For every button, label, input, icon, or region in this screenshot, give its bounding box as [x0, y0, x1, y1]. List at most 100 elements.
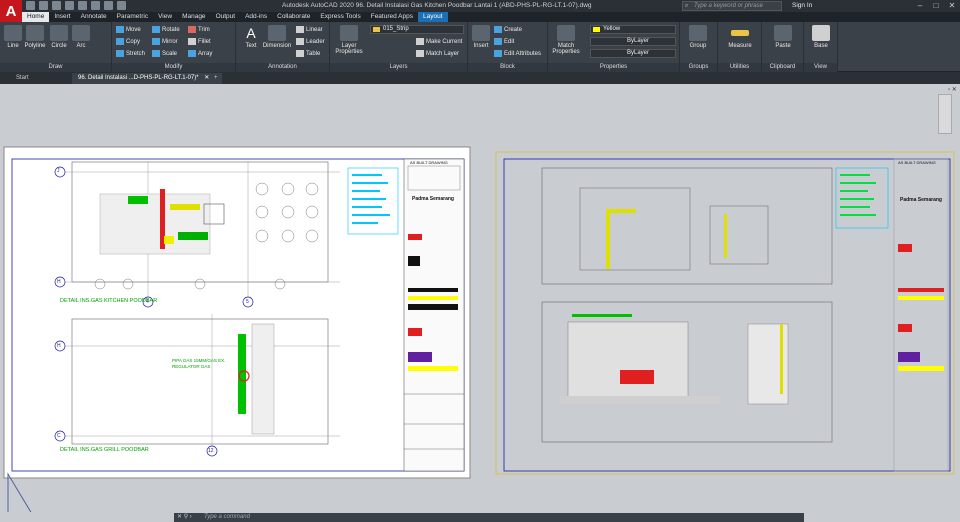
circle-icon — [50, 25, 68, 41]
text-tool[interactable]: A Text — [238, 25, 264, 49]
linetype-dropdown[interactable]: ByLayer — [590, 37, 676, 46]
tab-express-tools[interactable]: Express Tools — [315, 12, 365, 22]
leader-tool[interactable]: Leader — [296, 38, 325, 45]
panel-title-groups[interactable]: Groups — [680, 63, 717, 72]
autocad-logo-icon[interactable]: A — [0, 0, 22, 22]
panel-title-modify[interactable]: Modify — [112, 63, 235, 72]
tab-annotate[interactable]: Annotate — [76, 12, 112, 22]
edit-block-tool[interactable]: Edit — [494, 38, 514, 45]
insert-tool[interactable]: Insert — [468, 25, 494, 49]
tab-active-drawing[interactable]: 96. Detail Instalasi ...D-PHS-PL-RG-LT.1… — [72, 73, 222, 84]
make-current-tool[interactable]: Make Current — [416, 38, 462, 45]
rotate-tool[interactable]: Rotate — [152, 26, 180, 33]
panel-title-layers[interactable]: Layers — [330, 63, 467, 72]
panel-title-view[interactable]: View — [804, 63, 837, 72]
grid-label-j: J — [57, 168, 60, 174]
create-block-tool[interactable]: Create — [494, 26, 522, 33]
undo-icon[interactable] — [91, 1, 100, 10]
window-title: Autodesk AutoCAD 2020 96. Detail Instala… — [282, 2, 592, 9]
panel-title-clipboard[interactable]: Clipboard — [762, 63, 803, 72]
color-dropdown[interactable]: Yellow — [590, 25, 676, 34]
fillet-tool[interactable]: Fillet — [188, 38, 211, 45]
search-input[interactable]: ⌕ Type a keyword or phrase — [682, 1, 782, 11]
drawing-canvas[interactable]: DETAIL INS.GAS KITCHEN POODBAR DETAIL IN… — [0, 84, 960, 512]
match-properties-tool[interactable]: Match Properties — [550, 25, 582, 55]
tab-manage[interactable]: Manage — [177, 12, 211, 22]
viewport-close-icon[interactable]: ▫ ✕ — [948, 86, 957, 93]
close-icon[interactable]: ✕ — [944, 0, 960, 12]
arc-tool[interactable]: Arc — [68, 25, 94, 49]
base-tool[interactable]: Base — [808, 25, 834, 49]
detail-title-grill: DETAIL INS.GAS GRILL POODBAR — [60, 447, 149, 453]
tab-collaborate[interactable]: Collaborate — [272, 12, 315, 22]
command-input[interactable]: ✕ ⚲ › Type a command — [174, 513, 804, 522]
left-project-name: Padma Semarang — [412, 196, 454, 202]
match-layer-tool[interactable]: Match Layer — [416, 50, 459, 57]
ribbon-tabs: Home Insert Annotate Parametric View Manage Ou… — [22, 12, 448, 22]
detail-title-kitchen: DETAIL INS.GAS KITCHEN POODBAR — [60, 298, 158, 304]
right-drawing-header: AS BUILT DRAWING — [898, 160, 936, 165]
table-tool[interactable]: Table — [296, 50, 320, 57]
paste-tool[interactable]: Paste — [770, 25, 796, 49]
panel-layers: Layer Properties 015_Strip Make Current … — [330, 22, 468, 72]
tab-layout[interactable]: Layout — [418, 12, 448, 22]
new-icon[interactable] — [26, 1, 35, 10]
ribbon: Line Polyline Circle Arc Draw Move Rotat… — [0, 22, 960, 72]
tab-parametric[interactable]: Parametric — [112, 12, 153, 22]
insert-icon — [472, 25, 490, 41]
grid-label-h-top: H — [57, 279, 61, 285]
new-tab-button[interactable]: + — [208, 73, 224, 84]
move-tool[interactable]: Move — [116, 26, 141, 33]
array-tool[interactable]: Array — [188, 50, 212, 57]
save-icon[interactable] — [52, 1, 61, 10]
tab-insert[interactable]: Insert — [49, 12, 75, 22]
panel-title-block[interactable]: Block — [468, 63, 547, 72]
panel-title-utilities[interactable]: Utilities — [718, 63, 761, 72]
right-sheet-frame — [495, 151, 955, 475]
trim-tool[interactable]: Trim — [188, 26, 210, 33]
tab-view[interactable]: View — [153, 12, 177, 22]
panel-title-properties[interactable]: Properties — [548, 63, 679, 72]
tab-start[interactable]: Start — [10, 73, 35, 84]
linear-tool[interactable]: Linear — [296, 26, 323, 33]
share-icon[interactable] — [117, 1, 126, 10]
navigation-bar[interactable] — [938, 94, 952, 134]
plot-icon[interactable] — [78, 1, 87, 10]
mirror-tool[interactable]: Mirror — [152, 38, 178, 45]
measure-tool[interactable]: Measure — [724, 25, 756, 49]
base-view-icon — [812, 25, 830, 41]
tab-output[interactable]: Output — [211, 12, 241, 22]
measure-icon — [731, 30, 749, 36]
stretch-tool[interactable]: Stretch — [116, 50, 145, 57]
panel-groups: Group Groups — [680, 22, 718, 72]
tab-featured-apps[interactable]: Featured Apps — [366, 12, 418, 22]
panel-modify: Move Rotate Trim Copy Mirror Fillet Stre… — [112, 22, 236, 72]
tab-add-ins[interactable]: Add-ins — [240, 12, 272, 22]
copy-tool[interactable]: Copy — [116, 38, 140, 45]
lineweight-dropdown[interactable]: ByLayer — [590, 49, 676, 58]
dimension-tool[interactable]: Dimension — [262, 25, 292, 49]
panel-title-annotation[interactable]: Annotation — [236, 63, 329, 72]
open-icon[interactable] — [39, 1, 48, 10]
save-as-icon[interactable] — [65, 1, 74, 10]
redo-icon[interactable] — [104, 1, 113, 10]
layer-properties-tool[interactable]: Layer Properties — [334, 25, 364, 55]
grid-label-12: 12 — [208, 448, 214, 454]
polyline-tool[interactable]: Polyline — [22, 25, 48, 49]
dimension-icon — [268, 25, 286, 41]
panel-title-draw[interactable]: Draw — [0, 63, 111, 72]
group-icon — [689, 25, 707, 41]
panel-block: Insert Create Edit Edit Attributes Block — [468, 22, 548, 72]
minimize-icon[interactable]: – — [912, 0, 928, 12]
group-tool[interactable]: Group — [685, 25, 711, 49]
close-command-icon[interactable]: ✕ ⚲ › — [177, 513, 192, 522]
panel-clipboard: Paste Clipboard — [762, 22, 804, 72]
layer-dropdown[interactable]: 015_Strip — [370, 25, 464, 34]
line-icon — [4, 25, 22, 41]
tab-home[interactable]: Home — [22, 12, 50, 22]
maximize-icon[interactable]: □ — [928, 0, 944, 12]
window-controls: – □ ✕ — [912, 0, 960, 12]
edit-attributes-tool[interactable]: Edit Attributes — [494, 50, 541, 57]
scale-tool[interactable]: Scale — [152, 50, 177, 57]
sign-in-link[interactable]: Sign In — [792, 2, 812, 9]
